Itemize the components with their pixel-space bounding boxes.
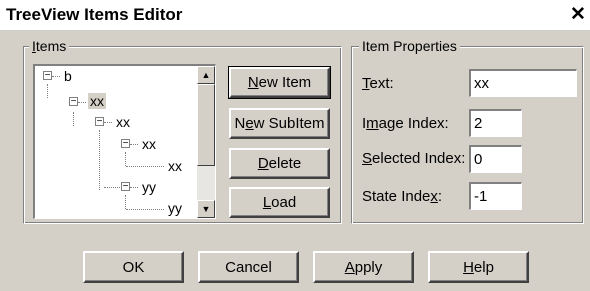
items-treeview[interactable]: − b − xx − xx − xx xx − yy yy ▲ ▼ (33, 64, 216, 219)
item-properties-group-label: Item Properties (359, 38, 460, 54)
tree-node[interactable]: yy (168, 200, 182, 216)
state-index-label: State Index: (362, 188, 443, 205)
collapse-icon[interactable]: − (121, 139, 130, 149)
collapse-icon[interactable]: − (95, 117, 104, 127)
new-subitem-button[interactable]: New SubItem (229, 108, 330, 139)
apply-button[interactable]: Apply (313, 251, 414, 283)
collapse-icon[interactable]: − (43, 71, 52, 81)
tree-node[interactable]: yy (142, 179, 156, 195)
new-item-button[interactable]: New Item (228, 66, 331, 99)
close-icon[interactable]: ✕ (567, 5, 589, 25)
scroll-up-icon[interactable]: ▲ (197, 66, 215, 84)
tree-node[interactable]: xx (116, 114, 130, 130)
image-index-label: Image Index: (362, 115, 449, 132)
scroll-down-icon[interactable]: ▼ (197, 200, 215, 218)
selected-index-field[interactable]: 0 (469, 145, 522, 173)
ok-button[interactable]: OK (83, 251, 184, 283)
tree-node[interactable]: xx (168, 158, 182, 174)
load-button[interactable]: Load (229, 187, 330, 218)
tree-node-selected[interactable]: xx (88, 93, 106, 109)
state-index-field[interactable]: -1 (469, 182, 522, 210)
cancel-button[interactable]: Cancel (198, 251, 299, 283)
tree-node[interactable]: xx (142, 136, 156, 152)
text-label: Text: (362, 75, 394, 92)
collapse-icon[interactable]: − (69, 97, 78, 107)
window-title: TreeView Items Editor (6, 5, 183, 24)
vertical-scrollbar[interactable]: ▲ ▼ (197, 66, 215, 218)
help-button[interactable]: Help (428, 251, 529, 283)
text-field[interactable]: xx (469, 69, 577, 97)
selected-index-label: Selected Index: (362, 150, 466, 167)
items-group-label: Items (29, 38, 70, 54)
tree-node[interactable]: b (64, 68, 72, 84)
delete-button[interactable]: Delete (229, 148, 330, 179)
image-index-field[interactable]: 2 (469, 109, 522, 137)
scroll-thumb[interactable] (197, 84, 215, 166)
collapse-icon[interactable]: − (121, 182, 130, 192)
